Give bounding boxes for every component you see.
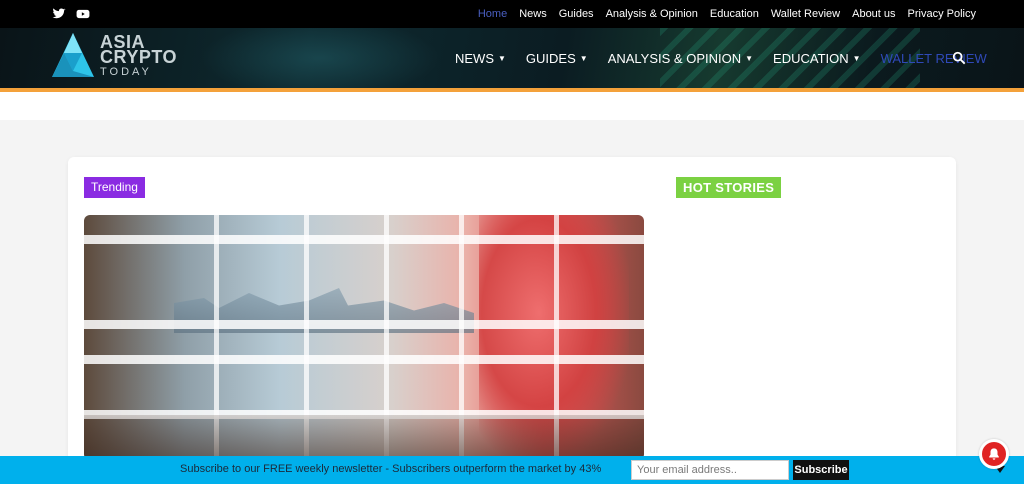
main-nav-wallet-review[interactable]: WALLET REVIEW — [881, 51, 987, 66]
twitter-icon[interactable] — [52, 7, 66, 21]
hero-floor — [84, 355, 644, 364]
logo-triangle-icon — [52, 33, 94, 77]
main-nav-education[interactable]: EDUCATION ▼ — [773, 51, 861, 66]
main-nav-analysis-opinion-label: ANALYSIS & OPINION — [607, 50, 742, 66]
chevron-down-icon: ▼ — [745, 53, 754, 63]
main-nav-guides[interactable]: GUIDES ▼ — [526, 51, 588, 66]
header-glow — [200, 28, 440, 88]
top-bar: Home News Guides Analysis & Opinion Educ… — [0, 0, 1024, 28]
top-nav-guides[interactable]: Guides — [559, 8, 594, 20]
newsletter-message: Subscribe to our FREE weekly newsletter … — [180, 463, 602, 475]
top-nav-privacy-policy[interactable]: Privacy Policy — [908, 8, 976, 20]
notification-bell-button[interactable] — [979, 439, 1009, 469]
hot-stories-heading: HOT STORIES — [676, 177, 782, 198]
hero-floor — [84, 235, 644, 244]
main-nav-education-label: EDUCATION — [773, 50, 849, 66]
top-nav: Home News Guides Analysis & Opinion Educ… — [478, 0, 976, 28]
main-nav-analysis-opinion[interactable]: ANALYSIS & OPINION ▼ — [608, 51, 753, 66]
hero-ground — [84, 415, 644, 460]
subscribe-button[interactable]: Subscribe — [793, 460, 849, 480]
top-nav-wallet-review[interactable]: Wallet Review — [771, 8, 840, 20]
main-nav-wallet-review-label: WALLET REVIEW — [880, 50, 987, 66]
top-nav-about-us[interactable]: About us — [852, 8, 895, 20]
search-icon[interactable] — [952, 51, 966, 65]
main-nav-news-label: NEWS — [455, 50, 494, 66]
newsletter-bar: Subscribe to our FREE weekly newsletter … — [0, 456, 1024, 484]
chevron-down-icon: ▼ — [498, 53, 506, 63]
logo-line-crypto: CRYPTO — [100, 46, 178, 67]
chevron-down-icon: ▼ — [579, 53, 588, 63]
trending-badge[interactable]: Trending — [84, 177, 145, 198]
social-links — [52, 7, 90, 21]
top-nav-news[interactable]: News — [519, 8, 547, 20]
site-logo[interactable]: ASIA CRYPTO TODAY — [50, 31, 177, 83]
top-nav-home[interactable]: Home — [478, 8, 507, 20]
email-field[interactable] — [631, 460, 789, 480]
logo-line-today: TODAY — [100, 65, 152, 78]
chevron-down-icon: ▼ — [852, 53, 861, 63]
main-nav-news[interactable]: NEWS ▼ — [455, 51, 506, 66]
main-nav: NEWS ▼ GUIDES ▼ ANALYSIS & OPINION ▼ EDU… — [455, 28, 987, 88]
top-nav-education[interactable]: Education — [710, 8, 759, 20]
youtube-icon[interactable] — [76, 7, 90, 21]
top-nav-analysis-opinion[interactable]: Analysis & Opinion — [606, 8, 698, 20]
main-nav-guides-label: GUIDES — [525, 50, 576, 66]
bell-icon — [989, 448, 999, 460]
hero-floor — [84, 320, 644, 329]
header-white-band — [0, 92, 1024, 120]
featured-article-image[interactable] — [84, 215, 644, 460]
